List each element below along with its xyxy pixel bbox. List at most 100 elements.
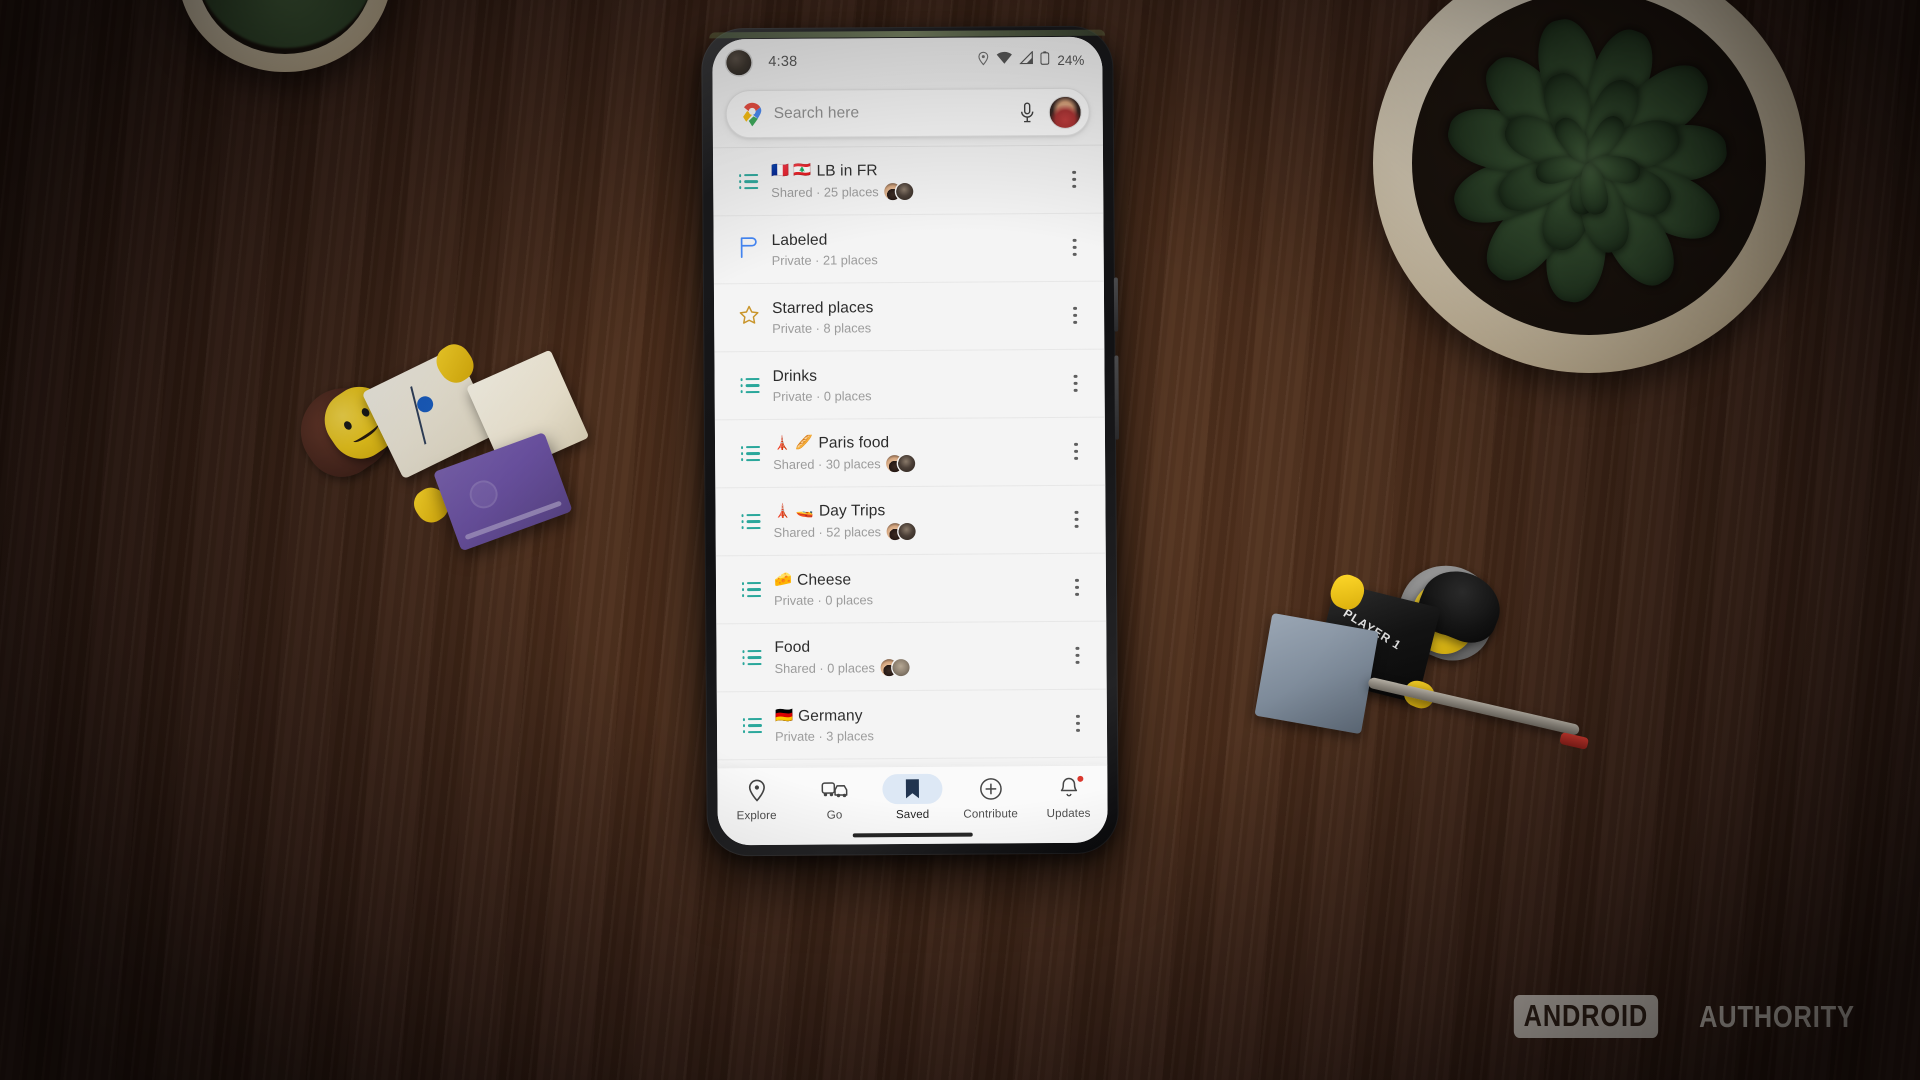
nav-item-updates[interactable]: Updates	[1029, 773, 1107, 821]
saved-list-row[interactable]: Food Shared · 0 places	[716, 621, 1107, 693]
status-icons: 24%	[977, 50, 1084, 70]
nav-item-label: Saved	[895, 807, 930, 822]
star-outline-icon	[738, 304, 760, 331]
pixel-phone: 4:38 24% Search here 🇫🇷 🇱🇧 LB in FR Shar…	[701, 25, 1119, 857]
nav-item-saved[interactable]: Saved	[873, 773, 951, 822]
label-flag-icon	[739, 236, 759, 263]
list-leading-icon	[729, 446, 771, 462]
collaborator-avatars	[886, 522, 917, 540]
list-subtitle: Shared · 30 places	[773, 453, 1059, 472]
list-subtitle-text: Shared · 0 places	[774, 659, 875, 676]
list-emoji: 🇩🇪	[774, 708, 794, 725]
list-subtitle-text: Shared · 25 places	[771, 183, 879, 200]
saved-list-row[interactable]: 🇩🇪 Germany Private · 3 places	[716, 689, 1108, 761]
collaborator-avatar	[892, 658, 910, 676]
list-title-text: Cheese	[797, 570, 852, 589]
list-overflow-menu-button[interactable]	[1059, 510, 1093, 528]
list-title-text: LB in FR	[816, 161, 878, 180]
collaborator-avatars	[880, 658, 910, 676]
notification-badge	[1077, 775, 1084, 782]
list-subtitle-text: Shared · 52 places	[773, 523, 882, 540]
watermark-brand: ANDROID	[1513, 995, 1658, 1038]
google-maps-pin-icon	[741, 102, 764, 127]
nav-item-label: Go	[826, 808, 843, 822]
list-leading-icon	[730, 582, 772, 598]
list-overflow-menu-button[interactable]	[1058, 238, 1092, 256]
saved-list-row[interactable]: Labeled Private · 21 places	[713, 213, 1104, 285]
list-title: 🗼 🥖 Paris food	[773, 432, 1059, 452]
lego-stylus-pen	[1367, 676, 1581, 736]
nav-item-explore[interactable]: Explore	[717, 775, 795, 823]
list-overflow-menu-button[interactable]	[1061, 714, 1095, 732]
list-subtitle-text: Private · 8 places	[772, 319, 872, 336]
list-title-text: Drinks	[772, 367, 818, 385]
saved-list-row[interactable]: Drinks Private · 0 places	[714, 349, 1105, 421]
list-icon	[740, 378, 760, 394]
list-text: Starred places Private · 8 places	[770, 297, 1058, 336]
list-text: 🧀 Cheese Private · 0 places	[772, 569, 1060, 608]
list-subtitle: Shared · 25 places	[771, 181, 1057, 200]
account-avatar[interactable]	[1049, 96, 1081, 128]
collaborator-avatar	[896, 182, 914, 200]
list-title: Labeled	[772, 229, 1058, 249]
search-bar-container: Search here	[712, 82, 1103, 148]
list-title-text: Day Trips	[818, 501, 886, 520]
list-text: Drinks Private · 0 places	[770, 365, 1058, 403]
list-overflow-menu-button[interactable]	[1059, 374, 1093, 392]
list-leading-icon	[730, 514, 772, 530]
list-subtitle-text: Private · 3 places	[775, 727, 874, 744]
nav-item-go[interactable]: Go	[795, 774, 873, 822]
list-overflow-menu-button[interactable]	[1060, 646, 1094, 664]
power-button[interactable]	[1113, 277, 1119, 332]
microphone-icon[interactable]	[1014, 99, 1040, 125]
saved-list-row[interactable]: 🇫🇷 🇱🇧 LB in FR Shared · 25 places	[712, 145, 1104, 217]
list-subtitle-text: Private · 0 places	[772, 387, 872, 404]
search-input-placeholder[interactable]: Search here	[774, 103, 1004, 123]
saved-list-row[interactable]: 🗼 🥖 Paris food Shared · 30 places	[714, 417, 1106, 489]
lego-legs-grey	[1254, 612, 1379, 735]
location-icon	[977, 51, 989, 70]
list-icon	[742, 718, 762, 734]
saved-lists[interactable]: 🇫🇷 🇱🇧 LB in FR Shared · 25 places Labeled Pr…	[712, 145, 1108, 768]
list-subtitle: Shared · 0 places	[775, 657, 1061, 676]
nav-item-label: Explore	[736, 808, 777, 823]
list-title-text: Food	[774, 638, 811, 656]
list-subtitle: Private · 8 places	[772, 318, 1058, 336]
saved-list-row[interactable]: 🧀 Cheese Private · 0 places	[715, 553, 1107, 625]
commute-icon	[804, 774, 864, 804]
list-overflow-menu-button[interactable]	[1060, 578, 1094, 596]
list-subtitle: Private · 0 places	[774, 590, 1060, 608]
list-text: Food Shared · 0 places	[772, 636, 1060, 676]
list-icon	[741, 650, 762, 666]
saved-list-row[interactable]: Starred places Private · 8 places	[713, 281, 1105, 353]
phone-screen: 4:38 24% Search here 🇫🇷 🇱🇧 LB in FR Shar…	[712, 36, 1108, 846]
list-overflow-menu-button[interactable]	[1058, 306, 1092, 324]
volume-button[interactable]	[1114, 355, 1119, 440]
list-icon	[741, 514, 761, 530]
list-emoji: 🇫🇷 🇱🇧	[771, 162, 812, 180]
bookmark-icon	[882, 773, 943, 805]
saved-list-row[interactable]: 🗼 🚤 Day Trips Shared · 52 places	[715, 485, 1106, 557]
android-authority-watermark: ANDROID AUTHORITY	[1498, 995, 1873, 1038]
list-leading-icon	[731, 718, 773, 734]
collaborator-avatar	[898, 522, 917, 540]
list-leading-icon	[730, 650, 772, 666]
plus-circle-icon	[960, 773, 1020, 803]
list-leading-icon	[727, 174, 769, 190]
list-overflow-menu-button[interactable]	[1059, 442, 1093, 460]
desk-scene: PLAYER 1 4:38 24% Search here 🇫🇷 🇱🇧 LB i…	[0, 0, 1920, 1080]
list-emoji: 🧀	[773, 572, 793, 589]
battery-icon	[1040, 50, 1050, 70]
search-bar[interactable]: Search here	[725, 87, 1090, 139]
list-subtitle: Private · 3 places	[775, 726, 1061, 744]
list-subtitle-text: Shared · 30 places	[773, 455, 881, 472]
list-title: Drinks	[772, 365, 1058, 385]
list-title: Food	[774, 636, 1060, 656]
list-title: 🗼 🚤 Day Trips	[773, 500, 1059, 520]
watermark-suffix: AUTHORITY	[1699, 998, 1855, 1034]
list-overflow-menu-button[interactable]	[1057, 170, 1091, 188]
status-bar: 4:38 24%	[712, 36, 1103, 86]
gesture-navigation-bar[interactable]	[852, 832, 973, 838]
nav-item-contribute[interactable]: Contribute	[951, 773, 1029, 821]
list-leading-icon	[728, 236, 770, 263]
